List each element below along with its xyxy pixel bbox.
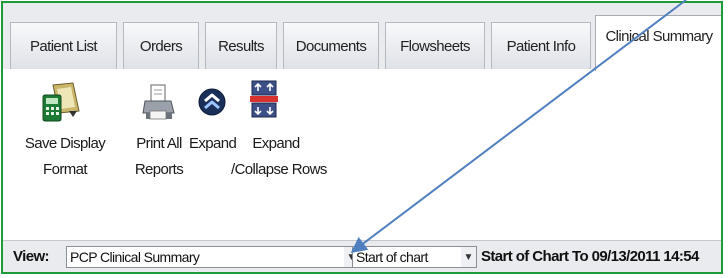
tab-strip: Patient List Orders Results Documents Fl… (3, 3, 721, 71)
printer-icon (142, 84, 175, 120)
tab-patient-info[interactable]: Patient Info (491, 22, 591, 69)
tab-flowsheets[interactable]: Flowsheets (385, 22, 485, 69)
tab-clinical-summary[interactable]: Clinical Summary (595, 15, 721, 71)
tab-label: Results (218, 37, 264, 55)
tab-patient-list[interactable]: Patient List (10, 22, 117, 69)
tab-results[interactable]: Results (205, 22, 277, 69)
tab-label: Flowsheets (400, 37, 470, 55)
view-bar: View: PCP Clinical Summary ▼ Start of ch… (3, 240, 721, 272)
date-range-text: Start of Chart To 09/13/2011 14:54 (481, 248, 699, 265)
expand-collapse-rows-label-line1: Expand (252, 135, 300, 152)
view-label: View: (13, 248, 50, 265)
tab-label: Clinical Summary (605, 28, 713, 45)
expand-button[interactable]: Expand (189, 131, 237, 157)
save-display-format-label-line1: Save Display (24, 135, 106, 152)
range-select-dropdown-button[interactable]: ▼ (461, 246, 477, 268)
view-select[interactable]: PCP Clinical Summary (66, 246, 346, 268)
tab-orders[interactable]: Orders (123, 22, 199, 69)
print-all-reports-label-line1: Print All (136, 135, 182, 152)
calculator-save-icon (42, 82, 80, 122)
tab-label: Documents (295, 37, 367, 55)
toolbar: Save Display Format Print All Reports Ex… (3, 69, 721, 239)
print-all-reports-label-line2: Reports (134, 161, 184, 178)
expand-collapse-rows-icon (250, 80, 278, 118)
tab-label: Patient List (29, 37, 98, 55)
save-display-format-label-line2: Format (43, 161, 88, 178)
tab-label: Patient Info (506, 37, 576, 55)
tab-documents[interactable]: Documents (283, 22, 379, 69)
tab-label: Orders (139, 37, 183, 55)
expand-collapse-rows-button[interactable]: Expand /Collapse Rows (231, 131, 327, 183)
expand-collapse-rows-label-line2: /Collapse Rows (231, 161, 327, 178)
save-display-format-button[interactable]: Save Display Format (3, 131, 127, 183)
chevron-up-circle-icon (198, 88, 226, 116)
window-frame: Patient List Orders Results Documents Fl… (1, 1, 723, 274)
expand-label: Expand (189, 135, 237, 152)
chevron-down-icon: ▼ (463, 251, 474, 263)
print-all-reports-button[interactable]: Print All Reports (127, 131, 191, 183)
range-select[interactable]: Start of chart (352, 246, 462, 268)
